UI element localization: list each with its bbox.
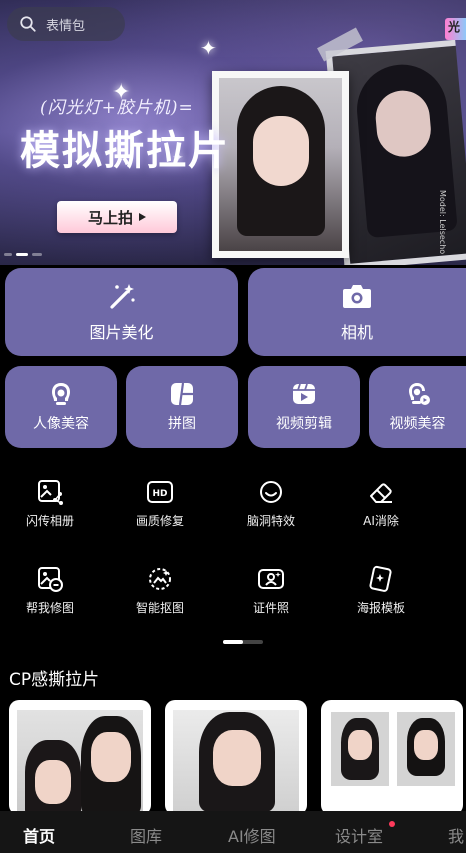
brain-effects-label: 脑洞特效 <box>246 514 295 528</box>
poster-template-label: 海报模板 <box>356 601 405 615</box>
banner-pagination <box>4 253 42 256</box>
ai-erase-label: AI消除 <box>363 514 399 528</box>
video-edit-icon <box>293 383 315 404</box>
svg-text:HD: HD <box>152 489 167 499</box>
corner-badge[interactable]: 光 <box>445 18 466 40</box>
poster-icon <box>369 565 392 592</box>
camera-label: 相机 <box>340 323 373 342</box>
search-placeholder: 表情包 <box>46 18 86 34</box>
tools-page-indicator <box>223 640 263 644</box>
help-edit-tool[interactable]: 帮我修图 <box>0 565 108 616</box>
notification-dot <box>389 821 395 827</box>
smart-cutout-tool[interactable]: 智能抠图 <box>102 565 218 616</box>
tools-page-indicator-active <box>223 640 243 644</box>
smart-cutout-label: 智能抠图 <box>135 601 184 615</box>
cutout-icon <box>149 568 171 590</box>
ai-erase-tool[interactable]: AI消除 <box>323 478 439 529</box>
pagination-dot <box>4 253 12 256</box>
pagination-dot-active <box>16 253 28 256</box>
banner-photo-front <box>212 71 349 258</box>
video-edit-button[interactable]: 视频剪辑 <box>248 366 360 448</box>
search-bar[interactable]: 表情包 <box>7 7 125 41</box>
banner-title: 模拟撕拉片 <box>20 127 230 174</box>
portrait-beauty-label: 人像美容 <box>33 416 89 432</box>
video-beauty-icon <box>408 383 430 405</box>
id-photo-tool[interactable]: 证件照 <box>213 565 329 616</box>
poster-template-tool[interactable]: 海报模板 <box>323 565 439 616</box>
hd-restore-tool[interactable]: HD 画质修复 <box>102 478 218 529</box>
video-beauty-label: 视频美容 <box>389 416 446 432</box>
id-photo-label: 证件照 <box>252 601 289 615</box>
play-arrow-icon <box>139 213 146 221</box>
section-title: CP感撕拉片 <box>9 670 100 690</box>
smile-icon <box>260 481 282 503</box>
hd-icon: HD <box>147 481 173 503</box>
collage-button[interactable]: 拼图 <box>126 366 238 448</box>
brain-effects-tool[interactable]: 脑洞特效 <box>213 478 329 529</box>
banner-side-text: Model: Lelsecho <box>438 190 447 255</box>
nav-me[interactable]: 我 <box>448 823 464 847</box>
bottom-nav: 首页 图库 AI修图 设计室 我 <box>0 811 466 853</box>
nav-ai-edit[interactable]: AI修图 <box>228 823 276 847</box>
photo-beautify-button[interactable]: 图片美化 <box>5 268 238 356</box>
help-edit-label: 帮我修图 <box>25 601 74 615</box>
photo-beautify-label: 图片美化 <box>89 323 154 342</box>
video-edit-label: 视频剪辑 <box>276 416 332 432</box>
eraser-icon <box>370 483 392 503</box>
portrait-beauty-button[interactable]: 人像美容 <box>5 366 117 448</box>
shoot-now-label: 马上拍 <box>87 208 133 227</box>
photo-edit-icon <box>38 567 63 592</box>
sparkle-decoration: ✦ <box>200 36 217 60</box>
template-card[interactable] <box>9 700 151 815</box>
camera-button[interactable]: 相机 <box>248 268 466 356</box>
nav-home[interactable]: 首页 <box>23 823 55 847</box>
hd-restore-label: 画质修复 <box>135 514 184 528</box>
nav-design-studio[interactable]: 设计室 <box>335 823 383 847</box>
video-beauty-button[interactable]: 视频美容 <box>369 366 466 448</box>
share-album-tool[interactable]: 闪传相册 <box>0 478 108 529</box>
nav-gallery[interactable]: 图库 <box>130 823 162 847</box>
pagination-dot <box>32 253 42 256</box>
share-album-icon <box>38 480 63 505</box>
collage-icon <box>171 382 193 406</box>
portrait-icon <box>52 383 70 405</box>
camera-icon <box>343 285 371 308</box>
search-icon <box>20 16 36 32</box>
template-card[interactable] <box>321 700 463 815</box>
banner-subtitle: (闪光灯+胶片机)= <box>40 98 194 118</box>
template-card[interactable] <box>165 700 307 815</box>
id-photo-icon <box>258 569 284 589</box>
shoot-now-button[interactable]: 马上拍 <box>57 201 177 233</box>
collage-label: 拼图 <box>168 416 196 432</box>
share-album-label: 闪传相册 <box>25 514 74 528</box>
magic-wand-icon <box>109 284 135 309</box>
